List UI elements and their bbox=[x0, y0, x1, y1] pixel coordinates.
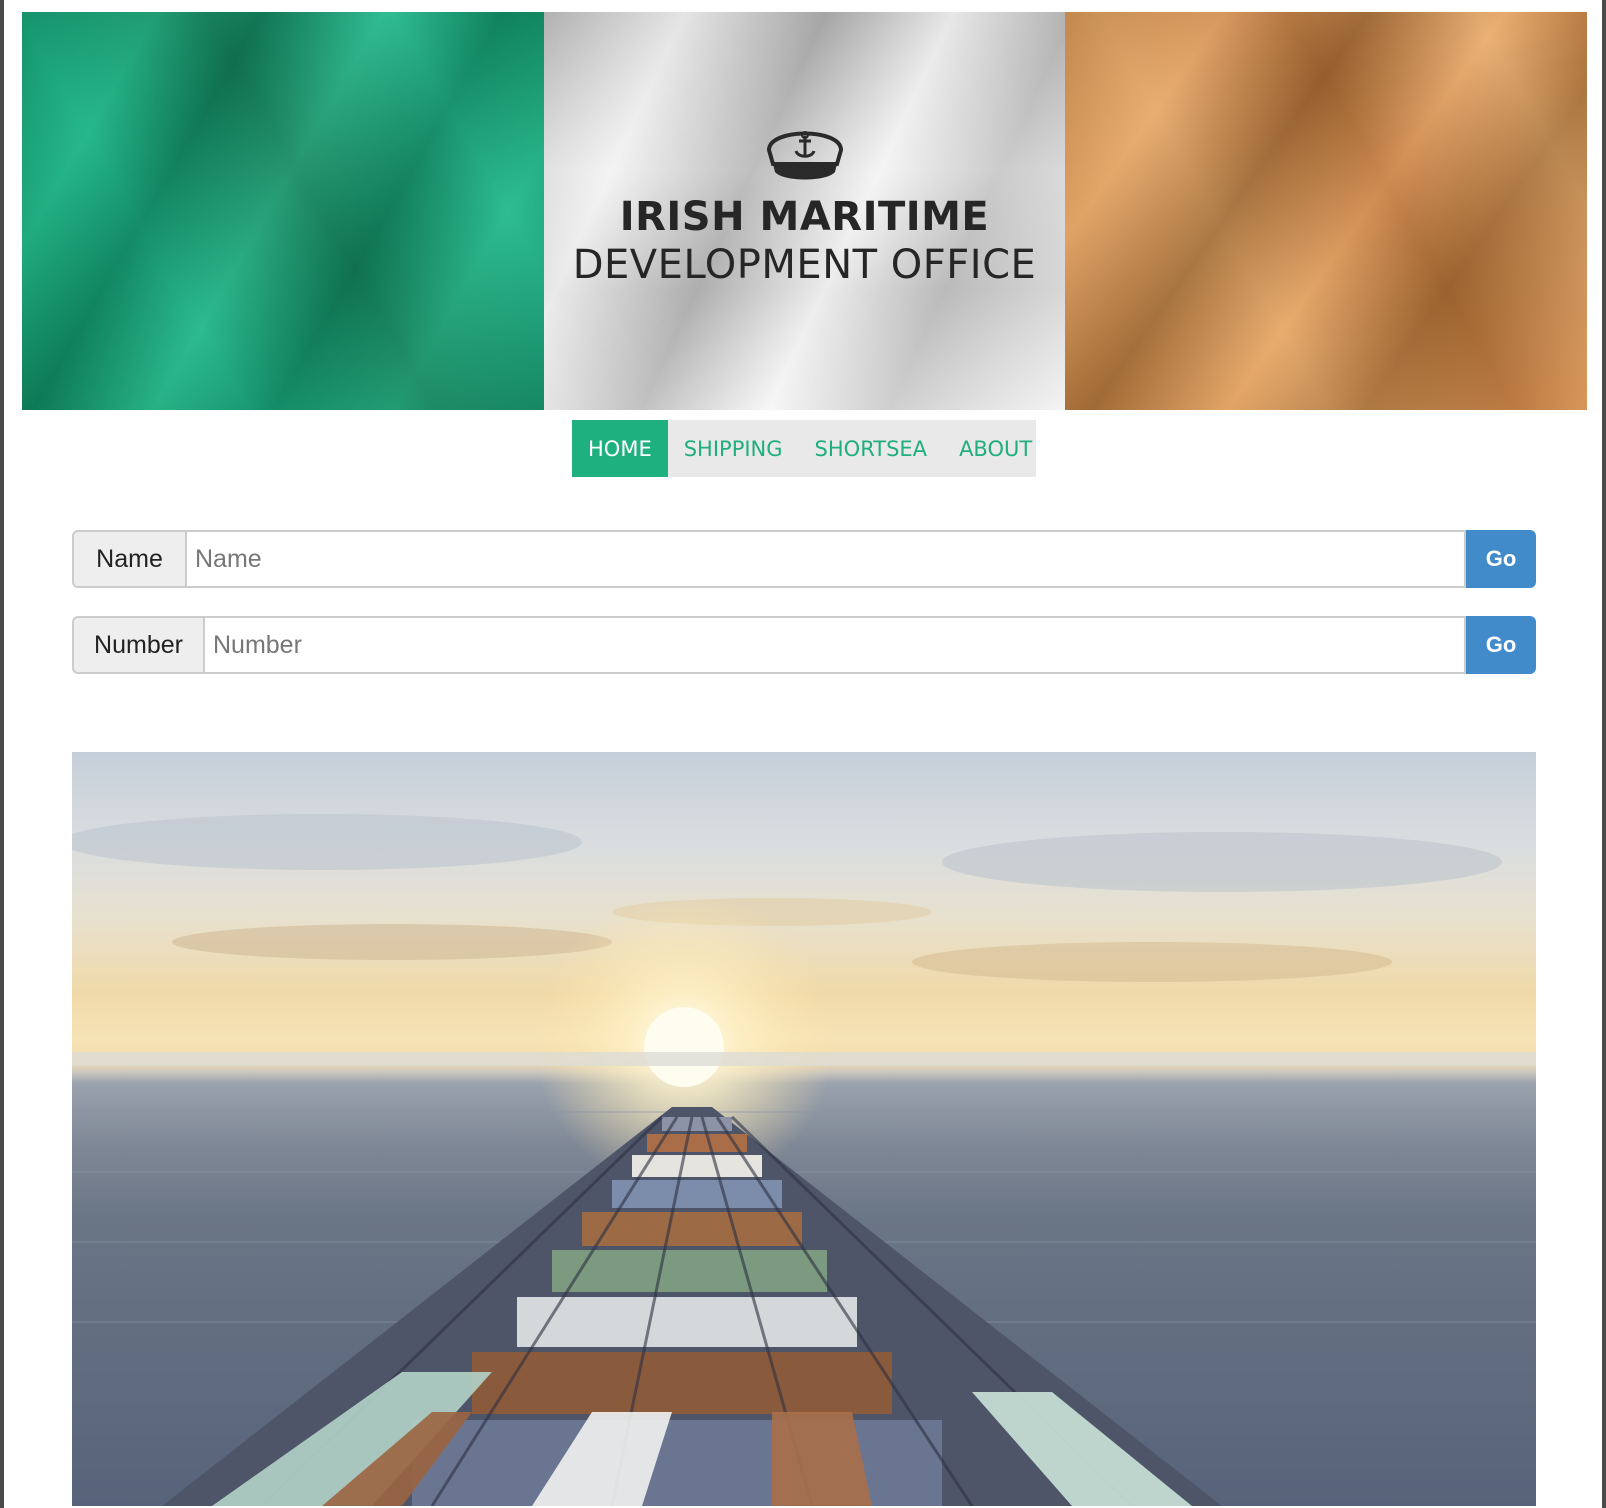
header-banner: IRISH MARITIME DEVELOPMENT OFFICE bbox=[22, 12, 1587, 410]
site-title-line2: DEVELOPMENT OFFICE bbox=[572, 242, 1037, 288]
nav-item-home[interactable]: HOME bbox=[572, 420, 668, 477]
hero-image bbox=[72, 752, 1536, 1506]
number-search-form: Number Go bbox=[72, 616, 1536, 674]
nav-item-shortsea[interactable]: SHORTSEA bbox=[799, 420, 944, 477]
container-ship-illustration bbox=[72, 814, 1536, 1506]
main-nav: HOME SHIPPING SHORTSEA ABOUT bbox=[572, 420, 1036, 477]
name-search-form: Name Go bbox=[72, 530, 1536, 588]
name-go-button[interactable]: Go bbox=[1466, 530, 1536, 588]
number-go-button[interactable]: Go bbox=[1466, 616, 1536, 674]
nav-item-about[interactable]: ABOUT bbox=[943, 420, 1048, 477]
number-field-label: Number bbox=[72, 616, 203, 674]
window-edge-right bbox=[1602, 0, 1606, 1508]
window-edge-left bbox=[0, 0, 4, 1508]
name-input[interactable] bbox=[185, 530, 1466, 588]
nav-item-shipping[interactable]: SHIPPING bbox=[668, 420, 799, 477]
site-logo[interactable]: IRISH MARITIME DEVELOPMENT OFFICE bbox=[22, 120, 1587, 288]
name-field-label: Name bbox=[72, 530, 185, 588]
site-title-line1: IRISH MARITIME bbox=[619, 194, 990, 240]
captain-hat-anchor-icon bbox=[766, 131, 843, 180]
number-input[interactable] bbox=[203, 616, 1466, 674]
